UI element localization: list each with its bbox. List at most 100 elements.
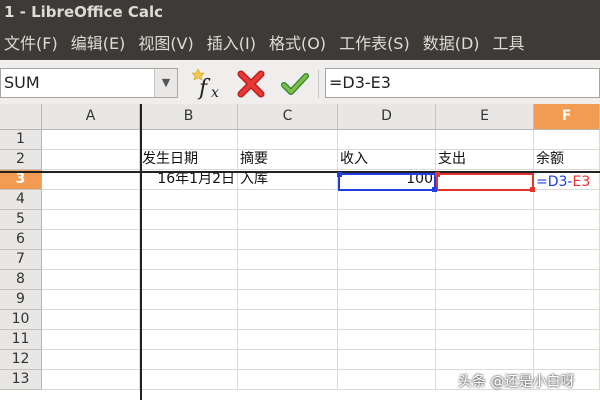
ref-handle-e3-tl[interactable]: [435, 172, 440, 177]
cell-c11[interactable]: [238, 330, 338, 350]
cell-b4[interactable]: [140, 190, 238, 210]
column-header-e[interactable]: E: [436, 104, 534, 129]
menu-format[interactable]: 格式(O): [265, 30, 335, 54]
function-wizard-button[interactable]: f x: [191, 68, 226, 101]
cell-e1[interactable]: [436, 130, 534, 150]
cell-c2[interactable]: 摘要: [238, 150, 338, 170]
cell-d1[interactable]: [338, 130, 436, 150]
cell-e10[interactable]: [436, 310, 534, 330]
cell-d7[interactable]: [338, 250, 436, 270]
menu-insert[interactable]: 插入(I): [203, 30, 265, 54]
name-box[interactable]: SUM ▼: [0, 68, 178, 98]
row-header-12[interactable]: 12: [0, 350, 42, 370]
cell-a7[interactable]: [42, 250, 140, 270]
cell-e4[interactable]: [436, 190, 534, 210]
menu-data[interactable]: 数据(D): [419, 30, 489, 54]
cell-d12[interactable]: [338, 350, 436, 370]
cell-b7[interactable]: [140, 250, 238, 270]
cell-c8[interactable]: [238, 270, 338, 290]
accept-button[interactable]: [280, 70, 310, 98]
cell-c4[interactable]: [238, 190, 338, 210]
cell-a9[interactable]: [42, 290, 140, 310]
row-header-10[interactable]: 10: [0, 310, 42, 330]
row-header-13[interactable]: 13: [0, 370, 42, 390]
cell-a3[interactable]: [42, 170, 140, 190]
column-header-d[interactable]: D: [338, 104, 436, 129]
cell-f2[interactable]: 余额: [534, 150, 600, 170]
cell-e6[interactable]: [436, 230, 534, 250]
menu-edit[interactable]: 编辑(E): [67, 30, 135, 54]
cell-a2[interactable]: [42, 150, 140, 170]
cell-b10[interactable]: [140, 310, 238, 330]
cell-b8[interactable]: [140, 270, 238, 290]
menu-view[interactable]: 视图(V): [134, 30, 202, 54]
cell-d4[interactable]: [338, 190, 436, 210]
cell-e12[interactable]: [436, 350, 534, 370]
cell-c12[interactable]: [238, 350, 338, 370]
cell-e9[interactable]: [436, 290, 534, 310]
cell-e7[interactable]: [436, 250, 534, 270]
row-header-5[interactable]: 5: [0, 210, 42, 230]
cell-f5[interactable]: [534, 210, 600, 230]
cancel-button[interactable]: [236, 70, 266, 98]
cell-a6[interactable]: [42, 230, 140, 250]
row-header-1[interactable]: 1: [0, 130, 42, 150]
cell-d6[interactable]: [338, 230, 436, 250]
column-header-a[interactable]: A: [42, 104, 140, 129]
formula-input[interactable]: =D3-E3: [325, 68, 600, 98]
cell-a1[interactable]: [42, 130, 140, 150]
cell-f12[interactable]: [534, 350, 600, 370]
cell-d8[interactable]: [338, 270, 436, 290]
cell-b11[interactable]: [140, 330, 238, 350]
cell-e8[interactable]: [436, 270, 534, 290]
cell-f10[interactable]: [534, 310, 600, 330]
cell-a13[interactable]: [42, 370, 140, 390]
cell-c7[interactable]: [238, 250, 338, 270]
menu-file[interactable]: 文件(F): [0, 30, 67, 54]
cell-d9[interactable]: [338, 290, 436, 310]
row-header-2[interactable]: 2: [0, 150, 42, 170]
column-header-b[interactable]: B: [140, 104, 238, 129]
row-header-7[interactable]: 7: [0, 250, 42, 270]
cell-d11[interactable]: [338, 330, 436, 350]
cell-c6[interactable]: [238, 230, 338, 250]
menu-tools[interactable]: 工具: [489, 30, 534, 54]
cell-b3[interactable]: 16年1月2日: [140, 170, 238, 190]
cell-f4[interactable]: [534, 190, 600, 210]
cell-a11[interactable]: [42, 330, 140, 350]
cell-b6[interactable]: [140, 230, 238, 250]
cell-f1[interactable]: [534, 130, 600, 150]
cell-e5[interactable]: [436, 210, 534, 230]
cell-a10[interactable]: [42, 310, 140, 330]
row-header-4[interactable]: 4: [0, 190, 42, 210]
cell-e11[interactable]: [436, 330, 534, 350]
cell-b5[interactable]: [140, 210, 238, 230]
cell-b12[interactable]: [140, 350, 238, 370]
cell-c5[interactable]: [238, 210, 338, 230]
menu-sheet[interactable]: 工作表(S): [335, 30, 419, 54]
cell-f11[interactable]: [534, 330, 600, 350]
ref-handle-e3-br[interactable]: [530, 187, 535, 192]
cell-d5[interactable]: [338, 210, 436, 230]
row-header-6[interactable]: 6: [0, 230, 42, 250]
cell-b1[interactable]: [140, 130, 238, 150]
cell-f3-editing[interactable]: =D3-E3: [536, 173, 590, 192]
cell-f6[interactable]: [534, 230, 600, 250]
cell-c13[interactable]: [238, 370, 338, 390]
row-header-8[interactable]: 8: [0, 270, 42, 290]
cell-d10[interactable]: [338, 310, 436, 330]
cell-a12[interactable]: [42, 350, 140, 370]
cell-b9[interactable]: [140, 290, 238, 310]
cell-d13[interactable]: [338, 370, 436, 390]
cell-c1[interactable]: [238, 130, 338, 150]
cell-d2[interactable]: 收入: [338, 150, 436, 170]
cell-a8[interactable]: [42, 270, 140, 290]
row-header-9[interactable]: 9: [0, 290, 42, 310]
column-header-c[interactable]: C: [238, 104, 338, 129]
ref-handle-d3-tl[interactable]: [337, 172, 342, 177]
cell-c10[interactable]: [238, 310, 338, 330]
cell-f7[interactable]: [534, 250, 600, 270]
cell-b2[interactable]: 发生日期: [140, 150, 238, 170]
cell-c3[interactable]: 入库: [238, 170, 338, 190]
column-header-f[interactable]: F: [534, 104, 600, 129]
